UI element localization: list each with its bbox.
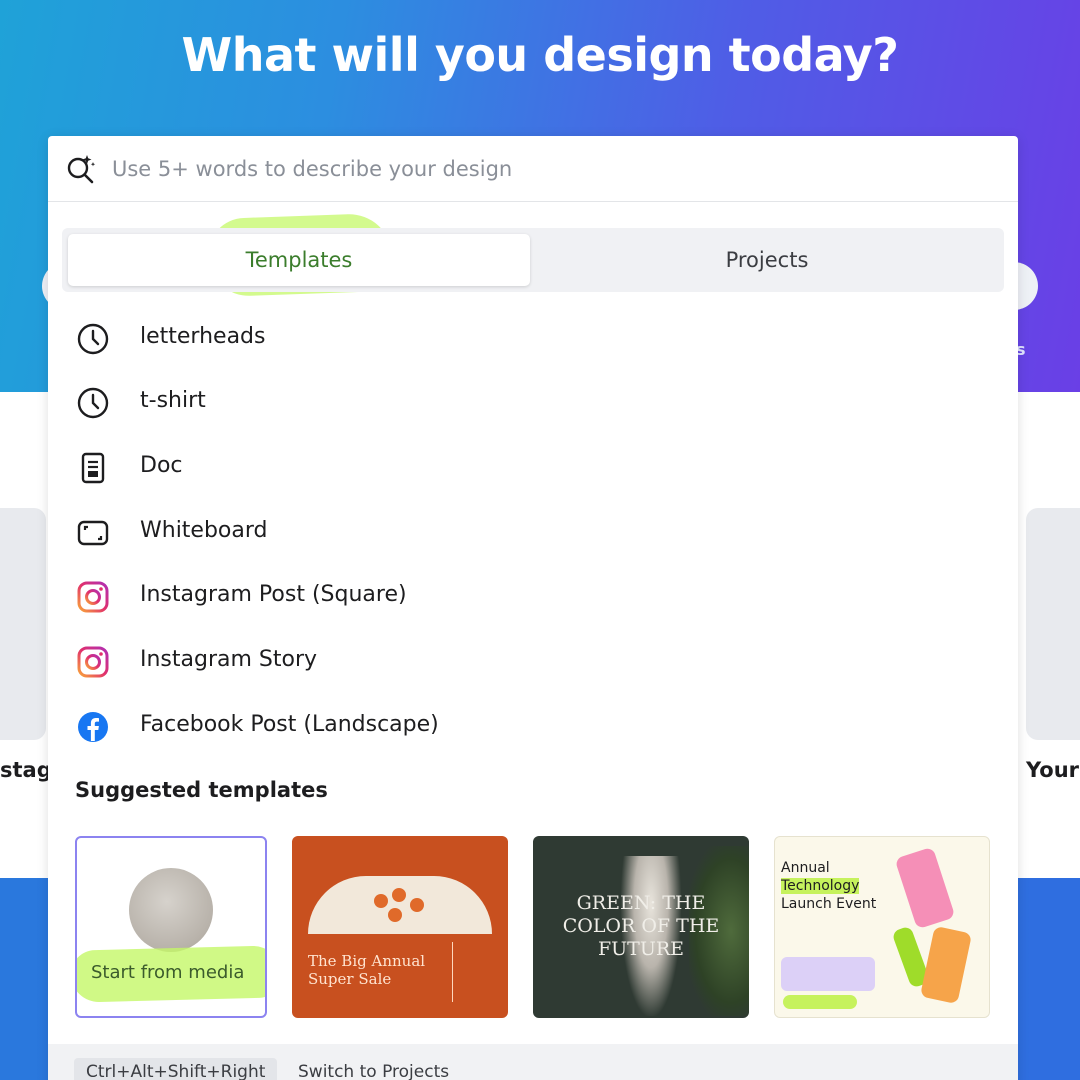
- template-card-annual-sale[interactable]: The Big Annual Super Sale: [292, 836, 508, 1018]
- list-item-whiteboard[interactable]: Whiteboard: [48, 502, 1018, 562]
- clock-icon: [77, 323, 109, 355]
- list-item-instagram-story[interactable]: Instagram Story: [48, 631, 1018, 691]
- list-item-label: Whiteboard: [140, 518, 268, 543]
- keyboard-hint-text: Switch to Projects: [298, 1062, 450, 1080]
- list-item-facebook-post[interactable]: Facebook Post (Landscape): [48, 696, 1018, 756]
- list-item-instagram-post[interactable]: Instagram Post (Square): [48, 566, 1018, 626]
- keyboard-hint-bar: Ctrl+Alt+Shift+Right Switch to Projects: [48, 1044, 1018, 1080]
- list-item-doc[interactable]: Doc: [48, 437, 1018, 497]
- hero-title: What will you design today?: [181, 28, 899, 82]
- facebook-icon: [78, 712, 108, 742]
- whiteboard-icon: [77, 520, 109, 546]
- list-item-label: t-shirt: [140, 388, 206, 413]
- background-card-right[interactable]: [1026, 508, 1080, 740]
- start-from-media-card[interactable]: Start from media: [75, 836, 267, 1018]
- list-item-label: Facebook Post (Landscape): [140, 712, 439, 737]
- keyboard-shortcut: Ctrl+Alt+Shift+Right: [74, 1058, 278, 1080]
- list-item-label: Instagram Story: [140, 647, 318, 672]
- background-card-left[interactable]: [0, 508, 46, 740]
- search-dropdown-panel: Templates Projects letterheads t-shirt: [48, 136, 1018, 1080]
- tab-projects[interactable]: Projects: [534, 234, 1000, 286]
- clock-icon: [77, 387, 109, 419]
- search-input[interactable]: [112, 148, 992, 190]
- background-card-left-label: stag: [0, 758, 52, 782]
- doc-icon: [81, 452, 105, 484]
- template-info-box: [781, 957, 875, 991]
- template-card-color-future[interactable]: GREEN: THE COLOR OF THE FUTURE: [533, 836, 749, 1018]
- start-from-media-label: Start from media: [91, 962, 245, 983]
- divider: [452, 942, 453, 1002]
- template-image-phone: [894, 846, 956, 930]
- template-image-phone: [919, 925, 973, 1005]
- list-item-label: Doc: [140, 453, 183, 478]
- list-item-letterheads[interactable]: letterheads: [48, 308, 1018, 368]
- template-card-tech-launch[interactable]: Annual Technology Launch Event: [774, 836, 990, 1018]
- template-title: Annual Technology Launch Event: [781, 860, 877, 912]
- list-item-t-shirt[interactable]: t-shirt: [48, 372, 1018, 432]
- template-cta-shape: [783, 995, 857, 1009]
- instagram-icon: [77, 646, 109, 678]
- suggested-templates-heading: Suggested templates: [75, 778, 328, 802]
- template-title: The Big Annual Super Sale: [308, 952, 426, 988]
- magic-search-icon: [67, 155, 96, 184]
- tab-templates[interactable]: Templates: [68, 234, 530, 286]
- list-item-label: Instagram Post (Square): [140, 582, 407, 607]
- media-thumbnail: [129, 868, 213, 952]
- list-item-label: letterheads: [140, 324, 266, 349]
- template-title: GREEN: THE COLOR OF THE FUTURE: [562, 892, 720, 960]
- tab-bar: Templates Projects: [62, 228, 1004, 292]
- instagram-icon: [77, 581, 109, 613]
- template-image-arch: [308, 876, 492, 934]
- background-card-right-label: Your: [1026, 758, 1080, 782]
- search-bar: [48, 136, 1018, 202]
